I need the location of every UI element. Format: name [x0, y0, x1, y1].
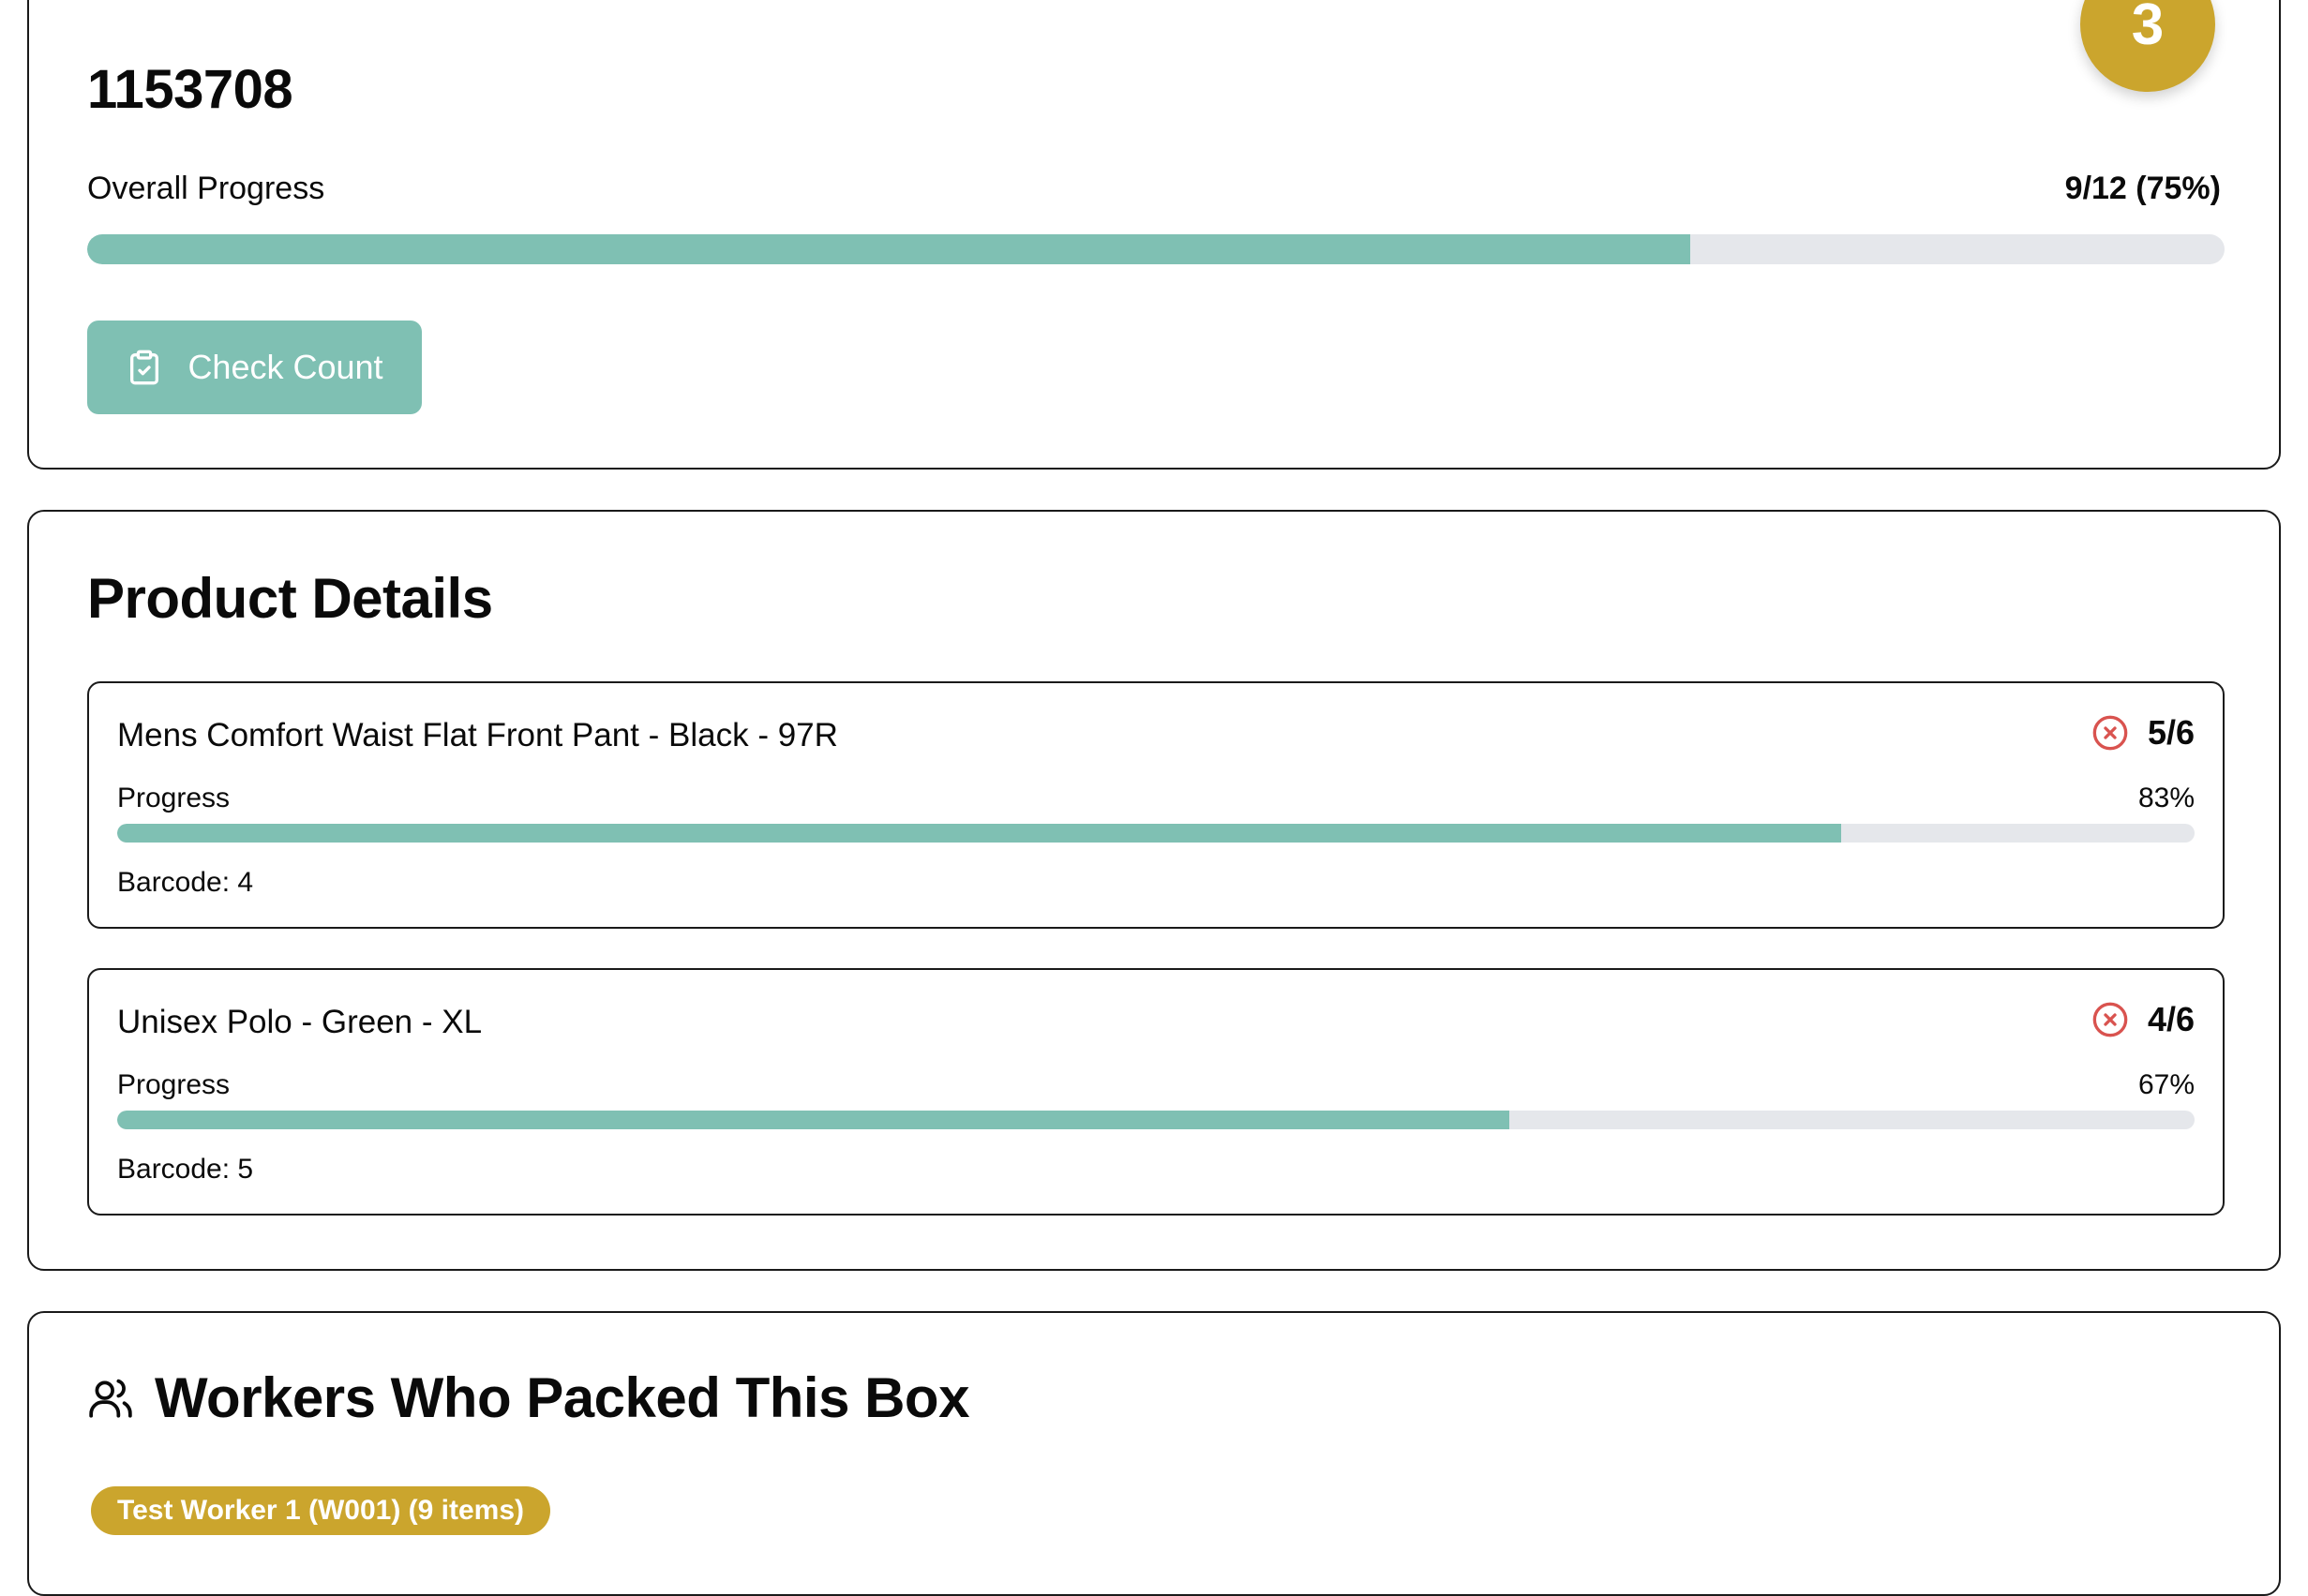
- product-details-title: Product Details: [87, 567, 493, 630]
- x-circle-icon: [2091, 714, 2129, 752]
- product-progress-label: Progress: [117, 1069, 231, 1100]
- product-count: 5/6: [2147, 713, 2195, 752]
- overall-progress-value: 9/12 (75%): [2064, 171, 2221, 206]
- product-barcode: Barcode: 5: [117, 1154, 254, 1185]
- workers-title: Workers Who Packed This Box: [155, 1366, 969, 1429]
- product-count-group: 4/6: [2091, 1000, 2195, 1039]
- product-name: Mens Comfort Waist Flat Front Pant - Bla…: [117, 717, 838, 753]
- product-details-card: Product Details Mens Comfort Waist Flat …: [27, 510, 2281, 1271]
- overall-progress-bar: [87, 234, 2225, 264]
- product-progress-fill: [117, 1111, 1509, 1129]
- worker-chip: Test Worker 1 (W001) (9 items): [91, 1486, 551, 1535]
- workers-header: Workers Who Packed This Box: [87, 1365, 969, 1430]
- check-count-label: Check Count: [187, 348, 383, 386]
- clipboard-check-icon: [126, 349, 163, 386]
- product-item: Unisex Polo - Green - XL 4/6 Progress 67…: [87, 968, 2225, 1216]
- box-number-badge: 3: [2080, 0, 2215, 92]
- product-name: Unisex Polo - Green - XL: [117, 1004, 483, 1040]
- product-progress-percent: 83%: [2137, 783, 2195, 813]
- x-circle-icon: [2091, 1001, 2129, 1038]
- overall-progress-label: Overall Progress: [87, 171, 325, 206]
- product-count-group: 5/6: [2091, 713, 2195, 753]
- product-progress-label: Progress: [117, 783, 231, 813]
- product-progress-bar: [117, 824, 2195, 843]
- box-id: 1153708: [87, 59, 293, 120]
- product-item: Mens Comfort Waist Flat Front Pant - Bla…: [87, 681, 2225, 929]
- box-summary-card: 1153708 3 Overall Progress 9/12 (75%) Ch…: [27, 0, 2281, 470]
- product-progress-bar: [117, 1111, 2195, 1129]
- product-progress-fill: [117, 824, 1842, 843]
- product-barcode: Barcode: 4: [117, 867, 254, 898]
- product-count: 4/6: [2147, 1000, 2195, 1038]
- check-count-button[interactable]: Check Count: [87, 321, 422, 414]
- workers-card: Workers Who Packed This Box Test Worker …: [27, 1311, 2281, 1596]
- users-icon: [87, 1375, 134, 1422]
- overall-progress-fill: [87, 234, 1690, 264]
- product-progress-percent: 67%: [2137, 1069, 2195, 1100]
